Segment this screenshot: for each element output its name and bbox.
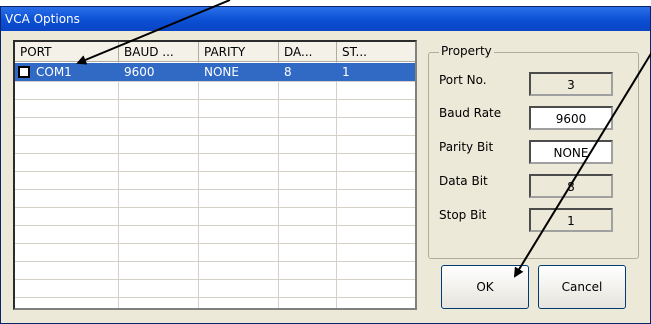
- arrow-to-ok-button: [513, 51, 651, 278]
- arrow-to-port-column: [76, 0, 231, 65]
- annotation-arrows: [76, 0, 651, 278]
